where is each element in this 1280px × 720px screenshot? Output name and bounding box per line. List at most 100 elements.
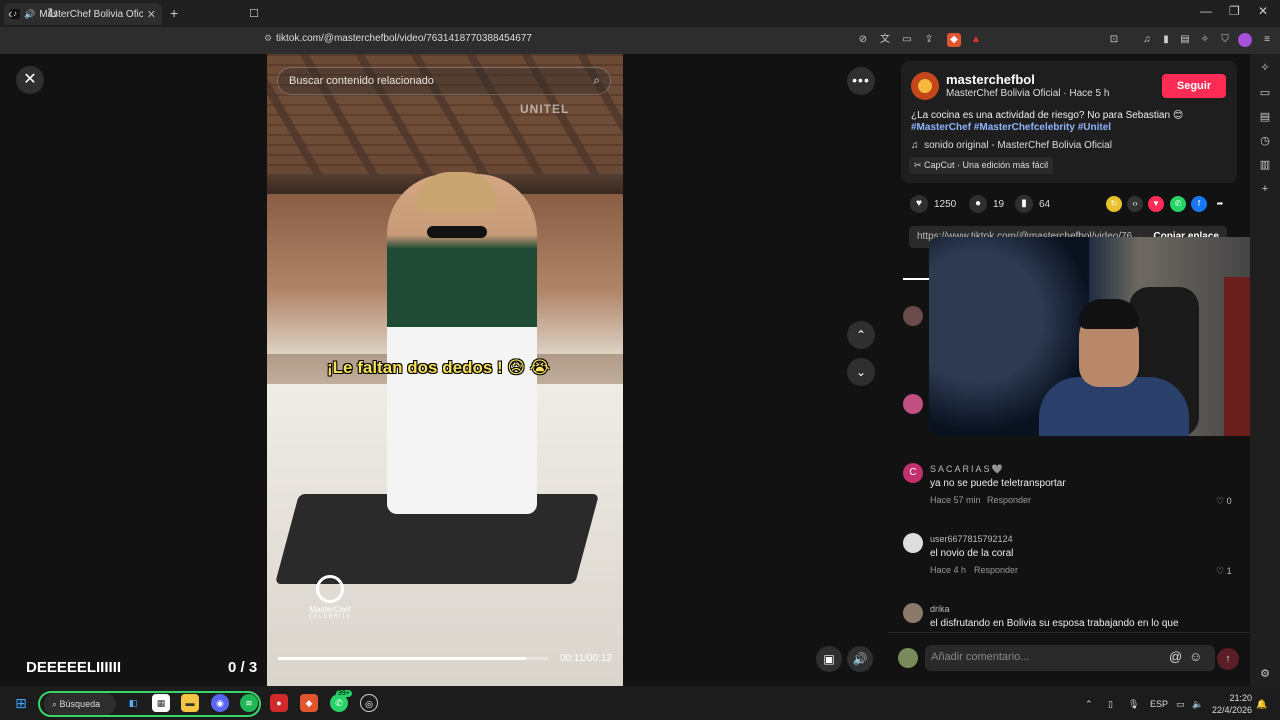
menu-icon[interactable]: ≡ <box>1260 33 1274 47</box>
url-field[interactable]: tiktok.com/@masterchefbol/video/76314187… <box>276 33 532 44</box>
clock-date[interactable]: 22/4/2026 <box>1212 705 1252 715</box>
comment-author[interactable]: drika <box>930 604 950 614</box>
back-icon[interactable]: ‹ <box>8 5 13 21</box>
usb-icon[interactable]: ▯ <box>1108 699 1113 710</box>
rewards-icon[interactable]: ▲ <box>969 33 983 47</box>
wallet-sidebar-icon[interactable]: ▤ <box>1258 110 1272 124</box>
like-stat[interactable]: ♥ 1250 <box>910 195 956 213</box>
reading-list-icon[interactable]: ▭ <box>1258 86 1272 100</box>
share-arrow-icon[interactable]: ➦ <box>1212 196 1228 212</box>
vpn-icon[interactable]: ⛉ <box>1218 33 1232 47</box>
widgets-icon[interactable]: ◧ <box>124 694 142 712</box>
comment-author[interactable]: SACARIAS🩶 <box>930 464 1005 475</box>
leo-ai-icon[interactable]: ✧ <box>1258 61 1272 75</box>
reply-button[interactable]: Responder <box>987 495 1031 505</box>
search-icon[interactable]: ⌕ <box>593 73 600 88</box>
comment-text: el disfrutando en Bolivia su esposa trab… <box>930 618 1179 629</box>
share-page-icon[interactable]: ⇪ <box>922 33 936 47</box>
creator-username[interactable]: masterchefbol <box>946 72 1035 87</box>
comment-like[interactable]: ♡ 0 <box>1216 496 1232 507</box>
forward-icon[interactable]: › <box>30 5 35 21</box>
brave-browser-icon[interactable]: ◆ <box>300 694 318 712</box>
site-info-icon[interactable]: ⚙ <box>264 33 272 44</box>
video-caption: ¡Le faltan dos dedos ! 😥 😭 <box>327 358 550 377</box>
bookmarks-sidebar-icon[interactable]: ▥ <box>1258 158 1272 172</box>
embed-icon[interactable]: ‹› <box>1127 196 1143 212</box>
close-tab-icon[interactable]: ✕ <box>147 8 156 21</box>
comment-input[interactable]: Añadir comentario... @ ☺ <box>925 645 1215 671</box>
recording-app-icon[interactable]: ● <box>270 694 288 712</box>
post-sound[interactable]: ♫ sonido original - MasterChef Bolivia O… <box>911 140 1112 151</box>
language-indicator[interactable]: ESP <box>1150 699 1168 709</box>
stream-overlay-name: DEEEEELIIIIII <box>26 659 122 676</box>
notification-badge: 99+ <box>336 690 352 697</box>
save-stat[interactable]: ▮ 64 <box>1015 195 1050 213</box>
steam-icon[interactable]: ◎ <box>360 694 378 712</box>
comment-stat[interactable]: ● 19 <box>969 195 1004 213</box>
whatsapp-icon[interactable]: ✆ <box>1170 196 1186 212</box>
screen-icon[interactable]: ▭ <box>900 33 914 47</box>
translate-icon[interactable]: 文 <box>878 33 892 47</box>
wallet-icon[interactable]: ▤ <box>1178 33 1192 47</box>
comment-avatar[interactable] <box>903 306 923 326</box>
taskbar-search[interactable]: ⌕ Búsqueda <box>44 693 116 715</box>
facebook-icon[interactable]: f <box>1191 196 1207 212</box>
discord-icon[interactable]: ◉ <box>211 694 229 712</box>
send-to-friend-icon[interactable]: ▼ <box>1148 196 1164 212</box>
comment-like[interactable]: ♡ 1 <box>1216 566 1232 577</box>
reply-button[interactable]: Responder <box>974 565 1018 575</box>
windows-start-icon[interactable]: ⊞ <box>12 694 30 712</box>
store-icon[interactable]: ▦ <box>152 694 170 712</box>
new-tab-button[interactable]: + <box>170 5 178 21</box>
volume-tray-icon[interactable]: 🔈 <box>1192 699 1203 710</box>
ai-icon[interactable]: ✧ <box>1198 33 1212 47</box>
history-icon[interactable]: ◷ <box>1258 134 1272 148</box>
post-hashtags[interactable]: #MasterChef #MasterChefcelebrity #Unitel <box>911 122 1111 133</box>
restore-icon[interactable]: ❐ <box>1229 4 1240 18</box>
add-panel-icon[interactable]: + <box>1258 182 1272 196</box>
reload-icon[interactable]: ↻ <box>47 5 59 22</box>
capcut-link[interactable]: ✂ CapCut · Una edición más fácil <box>909 157 1054 174</box>
sidebar-toggle-icon[interactable]: ⊡ <box>1107 33 1121 47</box>
heart-icon[interactable]: ♥ <box>910 195 928 213</box>
more-options-button[interactable]: ••• <box>847 67 875 95</box>
file-explorer-icon[interactable]: ▬ <box>181 694 199 712</box>
follow-button[interactable]: Seguir <box>1162 74 1226 98</box>
next-video-button[interactable]: ⌄ <box>847 358 875 386</box>
minimize-icon[interactable]: — <box>1200 4 1212 18</box>
panel-icon[interactable]: ▮ <box>1159 33 1173 47</box>
brave-shield-icon[interactable]: ◆ <box>947 33 961 47</box>
comment-avatar[interactable] <box>903 533 923 553</box>
network-icon[interactable]: ▭ <box>1176 699 1185 710</box>
spotify-icon[interactable]: ≋ <box>240 694 258 712</box>
comment-icon[interactable]: ● <box>969 195 987 213</box>
close-window-icon[interactable]: ✕ <box>1258 4 1268 18</box>
mention-icon[interactable]: @ <box>1169 649 1182 664</box>
related-search-input[interactable]: Buscar contenido relacionado ⌕ <box>277 67 611 95</box>
creator-avatar[interactable] <box>911 72 939 100</box>
close-video-button[interactable]: ✕ <box>16 66 44 94</box>
mic-icon[interactable]: 🎙 <box>1128 699 1139 710</box>
browser-tab[interactable]: ♪ 🔊 MasterChef Bolivia Oficial (@ ✕ <box>4 3 162 25</box>
clock-time[interactable]: 21:20 <box>1226 693 1252 703</box>
profile-icon[interactable] <box>1238 33 1252 47</box>
my-avatar[interactable] <box>898 648 918 668</box>
repost-icon[interactable]: ↻ <box>1106 196 1122 212</box>
comment-avatar[interactable]: C <box>903 463 923 483</box>
comment-avatar[interactable] <box>903 394 923 414</box>
sidebar-settings-icon[interactable]: ⚙ <box>1258 667 1272 681</box>
comment-avatar[interactable] <box>903 603 923 623</box>
comment-author[interactable]: user6677815792124 <box>930 534 1013 544</box>
comment-text: el novio de la coral <box>930 548 1014 559</box>
previous-video-button[interactable]: ⌃ <box>847 321 875 349</box>
notification-bell-icon[interactable]: 🔔 <box>1256 699 1267 710</box>
volume-button[interactable]: 🔊 <box>847 646 873 672</box>
floating-player-button[interactable]: ▣ <box>816 646 842 672</box>
music-icon[interactable]: ♫ <box>1140 33 1154 47</box>
post-comment-button[interactable]: ↑ <box>1217 648 1239 670</box>
tray-overflow-icon[interactable]: ⌃ <box>1085 699 1093 710</box>
emoji-icon[interactable]: ☺ <box>1189 649 1202 664</box>
bookmark-icon[interactable]: ☐ <box>249 7 259 20</box>
bookmark-save-icon[interactable]: ▮ <box>1015 195 1033 213</box>
reader-off-icon[interactable]: ⊘ <box>856 33 870 47</box>
